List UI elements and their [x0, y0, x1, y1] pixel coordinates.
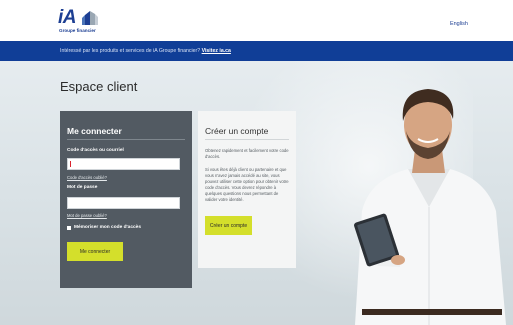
forgot-code-link[interactable]: Code d'accès oublié? [67, 175, 107, 180]
banner-text: Intéressé par les produits et services d… [60, 48, 231, 54]
create-account-panel: Créer un compte Obtenez rapidement et fa… [198, 111, 296, 268]
login-panel: Me connecter Code d'accès ou courriel Co… [60, 111, 192, 288]
logo-subtitle: Groupe financier [59, 28, 96, 33]
remember-label: Mémoriser mon code d'accès [74, 225, 141, 230]
login-divider [67, 139, 185, 140]
promo-banner: Intéressé par les produits et services d… [0, 41, 513, 61]
page-title: Espace client [60, 79, 138, 94]
forgot-password-link[interactable]: Mot de passe oublié? [67, 213, 107, 218]
remember-checkbox[interactable] [67, 226, 71, 230]
username-label: Code d'accès ou courriel [67, 148, 124, 153]
hero-person-image [354, 89, 506, 325]
username-input[interactable] [67, 158, 180, 170]
password-label: Mot de passe [67, 185, 98, 190]
hero-section: Espace client Me connecter Code d'accès … [0, 61, 513, 325]
logo-wordmark: iA [58, 7, 77, 28]
site-header: iA Groupe financier English [0, 0, 513, 40]
login-button[interactable]: Me connecter [67, 242, 123, 261]
create-account-button[interactable]: Créer un compte [205, 216, 252, 235]
create-account-intro: Obtenez rapidement et facilement votre c… [205, 148, 289, 159]
banner-message: Intéressé par les produits et services d… [60, 48, 201, 54]
banner-link[interactable]: Visitez ia.ca [202, 48, 231, 54]
login-title: Me connecter [67, 126, 122, 136]
create-account-divider [205, 139, 289, 140]
ia-logo[interactable]: iA Groupe financier [58, 7, 118, 36]
building-icon [82, 11, 98, 25]
text-caret [70, 161, 71, 167]
create-account-title: Créer un compte [205, 126, 269, 136]
create-account-details: Si vous êtes déjà client ou partenaire e… [205, 167, 289, 202]
password-input[interactable] [67, 197, 180, 209]
language-switch-link[interactable]: English [450, 21, 468, 27]
